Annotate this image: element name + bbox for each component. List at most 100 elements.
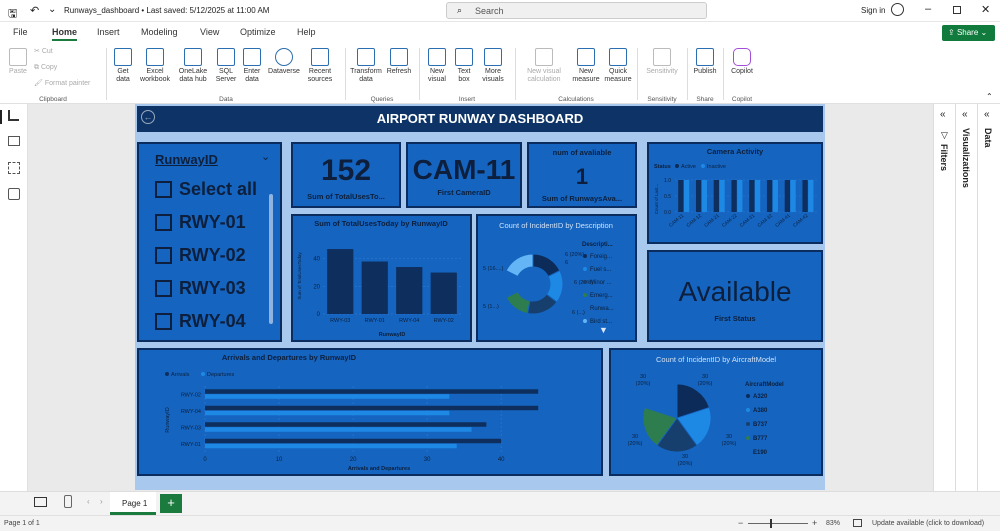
undo-icon[interactable]: ↶ xyxy=(30,4,39,17)
checkbox[interactable] xyxy=(155,180,172,198)
more-visuals-icon xyxy=(484,48,502,66)
mobile-layout-icon[interactable] xyxy=(64,495,72,508)
new-visual-calc-button[interactable]: New visual calculation xyxy=(519,48,569,84)
text-box-button[interactable]: Text box xyxy=(453,48,475,84)
insert-group: New visual Text box More visuals Insert xyxy=(421,44,513,104)
checkbox[interactable] xyxy=(155,312,172,330)
paste-button[interactable]: Paste xyxy=(6,48,30,76)
zoom-handle[interactable] xyxy=(770,519,772,528)
report-view-icon[interactable] xyxy=(8,110,19,121)
publish-button[interactable]: Publish xyxy=(691,48,719,76)
dataverse-label: Dataverse xyxy=(268,68,300,75)
visualizations-label: Visualizations xyxy=(961,128,971,188)
visualizations-pane[interactable]: « Visualizations xyxy=(956,104,978,491)
slicer-item-label: Select all xyxy=(179,178,258,199)
active-indicator xyxy=(0,110,2,124)
signin-link[interactable]: Sign in xyxy=(861,6,885,15)
fit-page-icon[interactable] xyxy=(853,519,862,527)
camera-activity-svg: Camera Activity Status Active Inactive C… xyxy=(654,147,817,229)
expand-icon[interactable]: « xyxy=(984,109,990,120)
menu-view[interactable]: View xyxy=(200,27,219,37)
more-visuals-button[interactable]: More visuals xyxy=(477,48,509,84)
slicer-scrollbar[interactable] xyxy=(269,194,273,324)
prev-page-icon[interactable]: ‹ xyxy=(87,497,90,506)
x-tick: RWY-02 xyxy=(434,318,454,324)
checkbox[interactable] xyxy=(155,213,172,231)
format-painter-button[interactable]: 🖌 Format painter xyxy=(34,80,90,88)
menu-optimize[interactable]: Optimize xyxy=(240,27,276,37)
dataverse-button[interactable]: Dataverse xyxy=(266,48,302,76)
checkbox[interactable] xyxy=(155,246,172,264)
slicer-item-rwy-01[interactable]: RWY-01 xyxy=(155,212,246,232)
cut-button[interactable]: ✂ Cut xyxy=(34,48,53,56)
table-view-icon[interactable] xyxy=(8,136,20,146)
collapse-ribbon-icon[interactable]: ⌃ xyxy=(986,92,993,101)
sql-button[interactable]: SQL Server xyxy=(214,48,238,84)
right-panes: « ▽ Filters « Visualizations « Data xyxy=(933,104,1000,491)
model-view-icon[interactable] xyxy=(8,162,20,174)
data-pane[interactable]: « Data xyxy=(978,104,1000,491)
dropdown-icon[interactable]: ⌄ xyxy=(48,4,56,15)
bar xyxy=(205,394,450,399)
share-button[interactable]: ⇪ Share ⌄ xyxy=(942,25,995,41)
scroll-down-icon[interactable]: ▼ xyxy=(599,325,608,335)
desktop-layout-icon[interactable] xyxy=(34,497,47,507)
data-label: 6 xyxy=(565,260,568,266)
slicer-item-rwy-04[interactable]: RWY-04 xyxy=(155,311,246,331)
menu-home[interactable]: Home xyxy=(52,27,78,41)
menu-help[interactable]: Help xyxy=(297,27,316,37)
legend-marker xyxy=(746,394,750,398)
page-tab[interactable]: Page 1 xyxy=(110,492,156,515)
bar xyxy=(678,180,684,212)
close-icon[interactable]: ✕ xyxy=(981,3,990,16)
slicer-item-rwy-03[interactable]: RWY-03 xyxy=(155,278,246,298)
expand-icon[interactable]: « xyxy=(962,109,968,120)
menu-file[interactable]: File xyxy=(13,27,28,37)
checkbox[interactable] xyxy=(155,279,172,297)
legend-item: Departures xyxy=(207,372,234,378)
zoom-in-icon[interactable]: + xyxy=(812,518,817,528)
bar xyxy=(766,180,773,212)
get-data-button[interactable]: Get data xyxy=(110,48,136,84)
new-visual-button[interactable]: New visual xyxy=(423,48,451,84)
menu-modeling[interactable]: Modeling xyxy=(141,27,178,37)
data-label: 30 xyxy=(702,374,708,380)
transform-data-button[interactable]: Transform data xyxy=(349,48,383,84)
minimize-icon[interactable]: – xyxy=(925,3,931,15)
onelake-label: OneLake data hub xyxy=(178,68,208,83)
slicer-item-select-all[interactable]: Select all xyxy=(155,179,257,199)
sql-label: SQL Server xyxy=(215,68,237,83)
search-placeholder: Search xyxy=(475,6,504,16)
legend-marker-active xyxy=(675,164,679,168)
sensitivity-button[interactable]: Sensitivity xyxy=(641,48,683,76)
menu-insert[interactable]: Insert xyxy=(97,27,120,37)
onelake-button[interactable]: OneLake data hub xyxy=(174,48,212,84)
search-box[interactable]: ⌕ Search xyxy=(446,2,707,19)
add-page-button[interactable]: + xyxy=(160,494,182,513)
slicer-item-rwy-02[interactable]: RWY-02 xyxy=(155,245,246,265)
copy-button[interactable]: ⧉ Copy xyxy=(34,64,57,72)
filters-pane[interactable]: « ▽ Filters xyxy=(934,104,956,491)
quick-measure-button[interactable]: Quick measure xyxy=(603,48,633,84)
zoom-out-icon[interactable]: − xyxy=(738,518,743,528)
maximize-icon[interactable] xyxy=(953,6,961,14)
excel-button[interactable]: Excel workbook xyxy=(138,48,172,84)
new-measure-button[interactable]: New measure xyxy=(571,48,601,84)
x-tick: CAM-21 xyxy=(703,213,721,229)
legend-marker xyxy=(583,306,587,310)
next-page-icon[interactable]: › xyxy=(100,497,103,506)
update-notice[interactable]: Update available (click to download) xyxy=(872,520,984,527)
dax-query-icon[interactable] xyxy=(8,188,20,200)
data-label: (20%) xyxy=(678,461,693,467)
zoom-slider[interactable] xyxy=(748,523,808,524)
excel-label: Excel workbook xyxy=(140,68,170,83)
refresh-button[interactable]: Refresh xyxy=(385,48,413,76)
recent-sources-button[interactable]: Recent sources xyxy=(304,48,336,84)
enter-data-button[interactable]: Enter data xyxy=(240,48,264,84)
copilot-button[interactable]: Copilot xyxy=(727,48,757,76)
chevron-down-icon[interactable]: ⌄ xyxy=(261,150,270,163)
data-label: 5 (1...) xyxy=(483,304,499,310)
avatar-icon[interactable] xyxy=(891,3,904,16)
onelake-icon xyxy=(184,48,202,66)
expand-icon[interactable]: « xyxy=(940,109,946,120)
